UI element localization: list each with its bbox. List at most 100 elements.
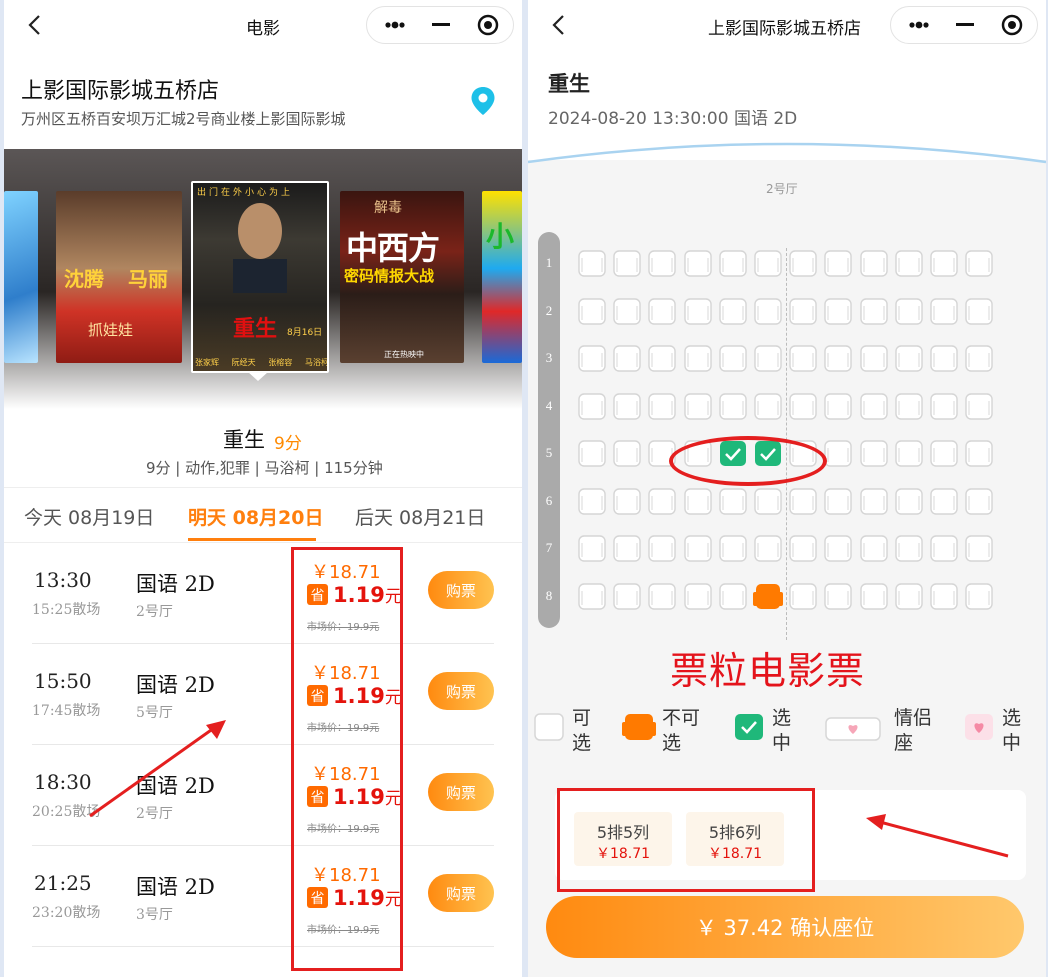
poster-chongsheng[interactable]: 出门在外小心为上 重生 8月16日 张家辉 阮经天 张榕容 马浴柯 <box>191 181 329 373</box>
seat-unavailable[interactable] <box>753 583 783 610</box>
seat-available[interactable] <box>929 535 959 562</box>
seat-available[interactable] <box>964 250 994 277</box>
seat-available[interactable] <box>788 392 818 420</box>
seat-available[interactable] <box>683 582 713 610</box>
seat-available[interactable] <box>718 392 748 420</box>
seat-available[interactable] <box>859 440 889 467</box>
tab-tomorrow[interactable]: 明天 08月20日 <box>188 503 324 530</box>
seat-available[interactable] <box>683 392 713 420</box>
buy-button[interactable]: 购票 <box>428 773 494 811</box>
seat-available[interactable] <box>718 582 748 610</box>
seat-available[interactable] <box>577 392 607 420</box>
seat-available[interactable] <box>894 440 924 467</box>
seat-available[interactable] <box>964 582 994 610</box>
seat-available[interactable] <box>894 297 924 325</box>
seat-available[interactable] <box>683 535 713 562</box>
seat-available[interactable] <box>612 440 642 467</box>
seat-available[interactable] <box>823 487 853 515</box>
buy-button[interactable]: 购票 <box>428 874 494 912</box>
seat-available[interactable] <box>577 535 607 562</box>
tab-day-after[interactable]: 后天 08月21日 <box>355 503 485 530</box>
seat-available[interactable] <box>929 297 959 325</box>
seat-available[interactable] <box>859 345 889 372</box>
seat-available[interactable] <box>894 250 924 277</box>
seat-available[interactable] <box>859 297 889 325</box>
seat-available[interactable] <box>823 345 853 372</box>
seat-available[interactable] <box>753 487 783 515</box>
back-arrow-icon[interactable] <box>548 14 570 36</box>
seat-available[interactable] <box>647 345 677 372</box>
back-arrow-icon[interactable] <box>24 14 46 36</box>
seat-available[interactable] <box>859 250 889 277</box>
minimize-icon[interactable] <box>422 7 460 43</box>
seat-available[interactable] <box>823 535 853 562</box>
buy-button[interactable]: 购票 <box>428 672 494 710</box>
seat-available[interactable] <box>577 582 607 610</box>
seat-available[interactable] <box>929 440 959 467</box>
seat-available[interactable] <box>929 345 959 372</box>
seat-available[interactable] <box>718 297 748 325</box>
seat-available[interactable] <box>964 297 994 325</box>
seat-available[interactable] <box>788 297 818 325</box>
seat-available[interactable] <box>894 345 924 372</box>
seat-available[interactable] <box>859 392 889 420</box>
seat-available[interactable] <box>718 345 748 372</box>
seat-available[interactable] <box>612 297 642 325</box>
seat-available[interactable] <box>647 250 677 277</box>
seat-available[interactable] <box>964 392 994 420</box>
seat-available[interactable] <box>859 535 889 562</box>
seat-available[interactable] <box>964 535 994 562</box>
seat-available[interactable] <box>612 535 642 562</box>
seat-available[interactable] <box>788 535 818 562</box>
seat-available[interactable] <box>823 392 853 420</box>
confirm-seat-button[interactable]: ￥ 37.42 确认座位 <box>546 896 1024 958</box>
seat-available[interactable] <box>718 535 748 562</box>
seat-available[interactable] <box>823 250 853 277</box>
seat-available[interactable] <box>647 582 677 610</box>
close-program-icon[interactable] <box>460 7 515 43</box>
seat-available[interactable] <box>894 535 924 562</box>
seat-available[interactable] <box>753 392 783 420</box>
seat-available[interactable] <box>612 582 642 610</box>
seat-available[interactable] <box>683 487 713 515</box>
seat-available[interactable] <box>647 297 677 325</box>
seat-available[interactable] <box>823 582 853 610</box>
seat-available[interactable] <box>788 487 818 515</box>
seat-available[interactable] <box>647 392 677 420</box>
seat-available[interactable] <box>788 345 818 372</box>
seat-available[interactable] <box>929 392 959 420</box>
seat-available[interactable] <box>647 535 677 562</box>
more-icon[interactable] <box>367 7 422 43</box>
seat-available[interactable] <box>929 582 959 610</box>
poster-carousel[interactable]: 沈腾 马丽 抓娃娃 出门在外小心为上 重生 8月16日 张家辉 阮经天 张榕容 马浴柯… <box>4 149 522 409</box>
seat-available[interactable] <box>964 487 994 515</box>
seat-available[interactable] <box>577 440 607 467</box>
seat-available[interactable] <box>612 345 642 372</box>
seat-available[interactable] <box>647 487 677 515</box>
seat-available[interactable] <box>612 250 642 277</box>
seat-available[interactable] <box>964 440 994 467</box>
seat-available[interactable] <box>753 535 783 562</box>
seat-available[interactable] <box>577 297 607 325</box>
seat-available[interactable] <box>859 582 889 610</box>
seat-available[interactable] <box>929 487 959 515</box>
poster-zhongxifang[interactable]: 解毒 中西方 密码情报大战 正在热映中 <box>340 191 464 363</box>
seat-available[interactable] <box>683 345 713 372</box>
seat-available[interactable] <box>683 250 713 277</box>
seat-available[interactable] <box>718 250 748 277</box>
seat-available[interactable] <box>718 487 748 515</box>
minimize-icon[interactable] <box>946 7 984 43</box>
seat-available[interactable] <box>823 440 853 467</box>
seat-available[interactable] <box>788 582 818 610</box>
seat-available[interactable] <box>753 345 783 372</box>
seat-available[interactable] <box>859 487 889 515</box>
seat-available[interactable] <box>577 250 607 277</box>
seat-available[interactable] <box>894 392 924 420</box>
tab-today[interactable]: 今天 08月19日 <box>24 503 154 530</box>
poster-shen-teng-ma-li[interactable]: 沈腾 马丽 抓娃娃 <box>56 191 182 363</box>
close-program-icon[interactable] <box>984 7 1039 43</box>
seat-available[interactable] <box>788 250 818 277</box>
more-icon[interactable] <box>891 7 946 43</box>
seat-available[interactable] <box>577 487 607 515</box>
location-pin-icon[interactable] <box>470 86 496 116</box>
